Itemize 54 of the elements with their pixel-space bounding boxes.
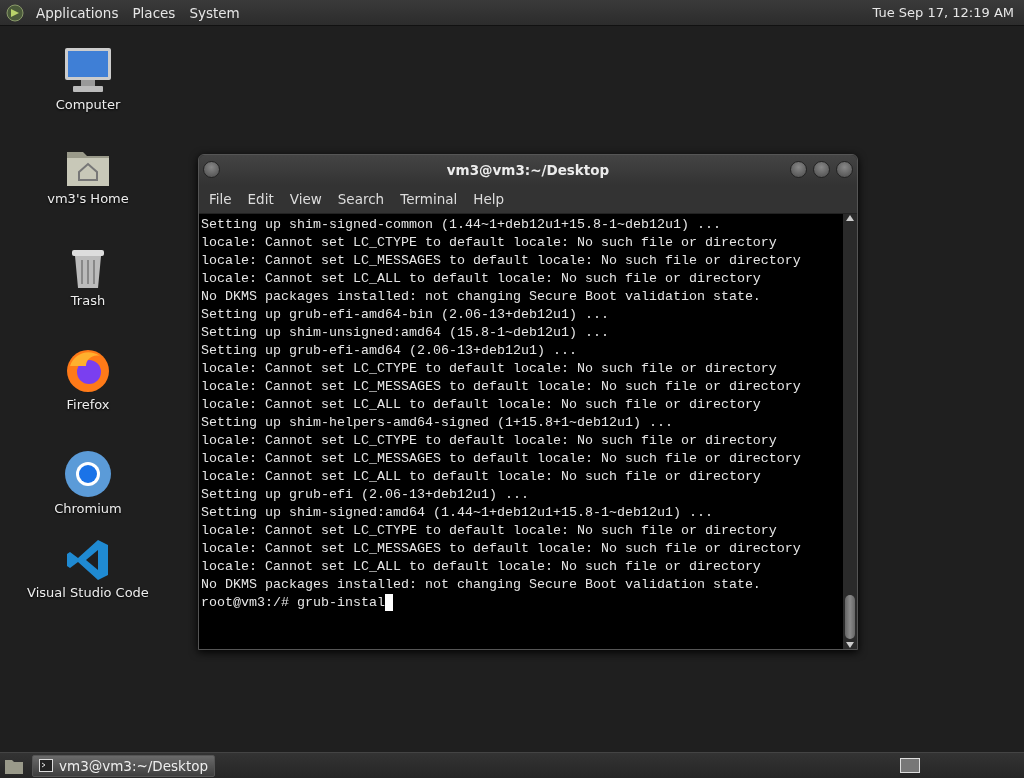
monitor-icon bbox=[63, 46, 113, 94]
desktop-icon-label[interactable]: Firefox bbox=[66, 397, 110, 412]
menu-logo-icon bbox=[6, 3, 24, 22]
text-cursor bbox=[384, 594, 393, 611]
terminal-line: locale: Cannot set LC_MESSAGES to default locale: No such file or directory bbox=[201, 451, 801, 466]
maximize-button[interactable] bbox=[813, 161, 830, 178]
menu-item[interactable]: Terminal bbox=[394, 191, 464, 207]
terminal-line: locale: Cannot set LC_MESSAGES to default locale: No such file or directory bbox=[201, 253, 801, 268]
window-title: vm3@vm3:~/Desktop bbox=[446, 162, 610, 178]
terminal-line: locale: Cannot set LC_CTYPE to default locale: No such file or directory bbox=[201, 523, 777, 538]
terminal-line: No DKMS packages installed: not changing Secure Boot validation state. bbox=[201, 577, 761, 592]
scrollbar[interactable] bbox=[843, 214, 857, 649]
panel-menu[interactable]: System bbox=[187, 4, 242, 21]
terminal-line: Setting up grub-efi-amd64-bin (2.06-13+deb12u1) ... bbox=[201, 307, 609, 322]
terminal-line: locale: Cannot set LC_CTYPE to default locale: No such file or directory bbox=[201, 235, 777, 250]
terminal-line: locale: Cannot set LC_ALL to default locale: No such file or directory bbox=[201, 271, 761, 286]
menu-item[interactable]: Search bbox=[331, 191, 391, 207]
panel-menu[interactable]: Applications bbox=[34, 4, 121, 21]
menu-item[interactable]: Help bbox=[467, 191, 511, 207]
desktop-icon-label[interactable]: Chromium bbox=[54, 501, 122, 516]
menu-item[interactable]: Edit bbox=[241, 191, 280, 207]
terminal-line: Setting up shim-helpers-amd64-signed (1+15.8+1~deb12u1) ... bbox=[201, 415, 673, 430]
workspace-switcher[interactable] bbox=[900, 758, 920, 773]
chromium-icon bbox=[64, 450, 112, 498]
terminal-line: Setting up shim-signed-common (1.44~1+deb12u1+15.8-1~deb12u1) ... bbox=[201, 217, 721, 232]
terminal-line: locale: Cannot set LC_CTYPE to default locale: No such file or directory bbox=[201, 433, 777, 448]
desktop-icon-label[interactable]: Visual Studio Code bbox=[27, 585, 149, 600]
desktop-icon-label[interactable]: Trash bbox=[70, 293, 106, 308]
menu-item[interactable]: View bbox=[283, 191, 328, 207]
panel-menu[interactable]: Places bbox=[130, 4, 178, 21]
terminal-line: locale: Cannot set LC_ALL to default locale: No such file or directory bbox=[201, 559, 761, 574]
terminal-line: locale: Cannot set LC_MESSAGES to default locale: No such file or directory bbox=[201, 379, 801, 394]
desktop-icon-label[interactable]: Computer bbox=[55, 97, 121, 112]
window-menu-button[interactable] bbox=[203, 161, 220, 178]
terminal-line: Setting up grub-efi (2.06-13+deb12u1) ... bbox=[201, 487, 529, 502]
terminal-line: locale: Cannot set LC_ALL to default locale: No such file or directory bbox=[201, 469, 761, 484]
terminal-line: Setting up grub-efi-amd64 (2.06-13+deb12u1) ... bbox=[201, 343, 577, 358]
terminal-prompt: root@vm3:/# grub-instal bbox=[201, 595, 385, 610]
scroll-down-icon[interactable] bbox=[846, 641, 854, 649]
terminal-line: No DKMS packages installed: not changing Secure Boot validation state. bbox=[201, 289, 761, 304]
minimize-button[interactable] bbox=[790, 161, 807, 178]
terminal-line: locale: Cannot set LC_ALL to default locale: No such file or directory bbox=[201, 397, 761, 412]
terminal-line: Setting up shim-signed:amd64 (1.44~1+deb12u1+15.8-1~deb12u1) ... bbox=[201, 505, 713, 520]
terminal-line: Setting up shim-unsigned:amd64 (15.8-1~deb12u1) ... bbox=[201, 325, 609, 340]
terminal-icon bbox=[39, 759, 53, 772]
clock[interactable]: Tue Sep 17, 12:19 AM bbox=[872, 5, 1018, 20]
scrollbar-thumb[interactable] bbox=[845, 595, 855, 639]
code-editor-icon bbox=[66, 538, 110, 582]
terminal-line: locale: Cannot set LC_CTYPE to default locale: No such file or directory bbox=[201, 361, 777, 376]
desktop-icon-label[interactable]: vm3's Home bbox=[47, 191, 129, 206]
terminal-line: locale: Cannot set LC_MESSAGES to default locale: No such file or directory bbox=[201, 541, 801, 556]
task-button[interactable]: vm3@vm3:~/Desktop bbox=[32, 754, 216, 777]
menu-item[interactable]: File bbox=[203, 191, 238, 207]
close-button[interactable] bbox=[836, 161, 853, 178]
